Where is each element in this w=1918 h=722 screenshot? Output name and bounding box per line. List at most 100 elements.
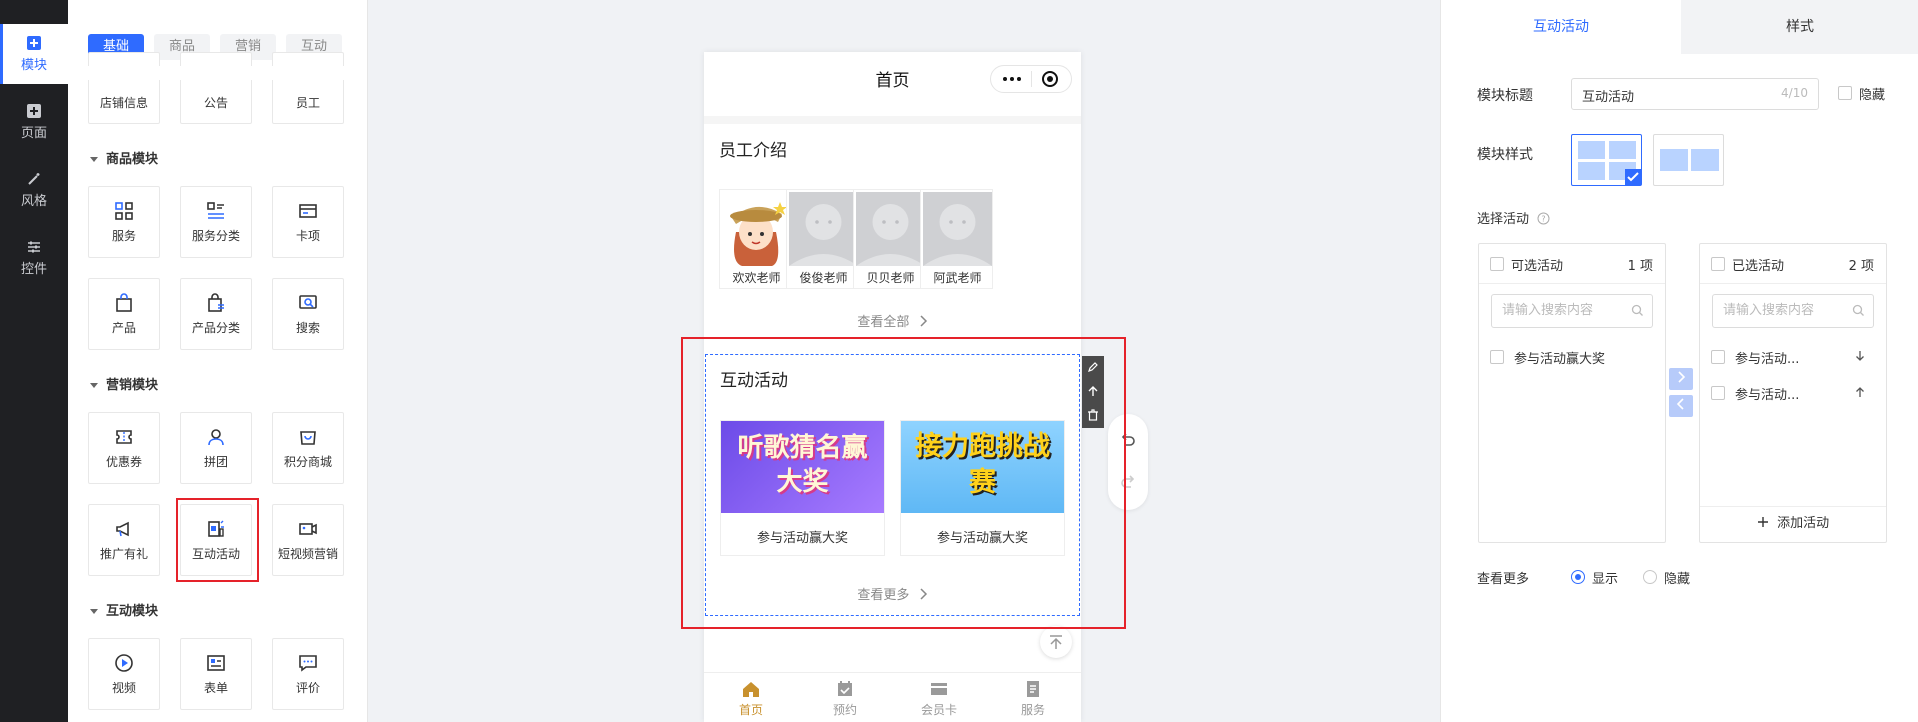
bottom-tab-booking[interactable]: 预约 [798,679,892,718]
tile-coupon[interactable]: 优惠券 [88,412,160,484]
staff-name: 俊俊老师 [799,271,848,285]
tile-referral[interactable]: 推广有礼 [88,504,160,576]
chevron-right-icon [920,315,927,327]
tile-label: 评价 [295,680,320,695]
staff-card[interactable]: 欢欢老师 [719,189,792,289]
view-more-show-radio[interactable] [1571,570,1585,584]
chevron-left-icon [1676,398,1684,410]
move-right-button[interactable] [1669,368,1693,390]
highlight-box [176,498,259,582]
module-title-input[interactable]: 互动活动 4/10 [1571,78,1819,110]
tile-service-category[interactable]: 服务分类 [180,186,252,258]
hide-title-label: 隐藏 [1859,88,1886,103]
module-style-label: 模块样式 [1477,147,1533,163]
form-icon [207,654,225,671]
move-up-icon[interactable] [1854,386,1866,398]
selected-search-input[interactable]: 请输入搜索内容 [1712,294,1874,328]
tile-short-video[interactable]: 短视频营销 [272,504,344,576]
tile-search[interactable]: 搜索 [272,278,344,350]
miniapp-capsule[interactable] [990,65,1072,93]
back-to-top-button[interactable] [1040,626,1072,658]
scroll-mask [68,66,367,80]
sliders-icon [28,241,40,252]
rail-item-pages[interactable]: 页面 [0,92,68,152]
tile-label: 拼团 [203,454,228,469]
bottom-tab-service[interactable]: 服务 [986,679,1080,718]
list-item[interactable]: 参与活动... [1735,348,1799,367]
select-all-checkbox[interactable] [1711,257,1725,271]
available-search-input[interactable]: 请输入搜索内容 [1491,294,1653,328]
rail-item-style[interactable]: 风格 [0,160,68,220]
move-down-icon[interactable] [1854,350,1866,362]
staff-card[interactable]: 阿武老师 [920,189,993,289]
move-left-button[interactable] [1669,395,1693,417]
group-icon [208,428,224,445]
placeholder-text: 请输入搜索内容 [1723,303,1815,318]
magic-wand-icon [28,172,40,185]
section-title-interaction: 互动模块 [90,600,158,619]
grid-icon [115,201,133,220]
avatar [722,192,791,266]
add-activity-button[interactable]: 添加活动 [1700,506,1886,542]
select-all-checkbox[interactable] [1490,257,1504,271]
tile-service[interactable]: 服务 [88,186,160,258]
rail-item-modules[interactable]: 模块 [0,24,68,84]
button-label: 添加活动 [1777,516,1830,531]
rail-label: 模块 [20,57,47,73]
tile-product[interactable]: 产品 [88,278,160,350]
item-checkbox[interactable] [1711,350,1725,364]
left-nav-rail: 模块 页面 风格 控件 [0,0,68,722]
hide-title-checkbox[interactable] [1838,86,1852,100]
show-option-label: 显示 [1592,572,1619,587]
comment-icon [299,654,317,672]
avatar [923,192,992,266]
tile-review[interactable]: 评价 [272,638,344,710]
tile-staff[interactable]: 员工 [272,52,344,124]
tile-points-mall[interactable]: 积分商城 [272,412,344,484]
highlight-box [681,337,1126,629]
style-thumb [1691,149,1719,171]
tile-notice[interactable]: 公告 [180,52,252,124]
section-title-marketing: 营销模块 [90,374,158,393]
rail-label: 风格 [20,193,47,209]
tile-group-buy[interactable]: 拼团 [180,412,252,484]
tab-activity-settings[interactable]: 互动活动 [1441,0,1681,54]
tile-video[interactable]: 视频 [88,638,160,710]
tab-style-settings[interactable]: 样式 [1681,0,1918,54]
char-count: 4/10 [1781,86,1808,100]
play-icon [115,653,133,672]
staff-card[interactable]: 俊俊老师 [786,189,859,289]
staff-card[interactable]: 贝贝老师 [853,189,926,289]
style-option-row[interactable] [1653,134,1724,186]
tile-label: 员工 [295,96,320,110]
avatar [856,192,925,266]
widget-panel: 基础 商品 营销 互动 店铺信息 公告 员工 商品模块 服务 服务分类 卡项 产… [68,0,368,722]
close-target-icon[interactable] [1041,70,1059,88]
tile-label: 推广有礼 [99,546,148,561]
view-all-staff-link[interactable]: 查看全部 [704,311,1081,330]
tile-label: 视频 [111,680,136,695]
view-more-hide-radio[interactable] [1643,570,1657,584]
tile-card[interactable]: 卡项 [272,186,344,258]
tile-label: 卡项 [295,228,320,243]
transfer-title: 可选活动 [1511,259,1564,274]
style-option-grid[interactable] [1571,134,1642,186]
item-checkbox[interactable] [1711,386,1725,400]
rail-item-controls[interactable]: 控件 [0,228,68,288]
help-icon[interactable]: ? [1537,212,1550,225]
tile-product-category[interactable]: 产品分类 [180,278,252,350]
bottom-tab-membership[interactable]: 会员卡 [892,679,986,718]
cartoon-avatar-icon [730,202,787,266]
staff-name: 阿武老师 [933,271,982,285]
item-checkbox[interactable] [1490,350,1504,364]
tab-label: 服务 [1020,703,1045,717]
shop-icon [300,430,316,445]
tile-store-info[interactable]: 店铺信息 [88,52,160,124]
tile-form[interactable]: 表单 [180,638,252,710]
list-item[interactable]: 参与活动赢大奖 [1514,348,1605,367]
bottom-tab-home[interactable]: 首页 [704,679,798,718]
home-icon [743,682,759,697]
list-item[interactable]: 参与活动... [1735,384,1799,403]
more-dots-icon[interactable] [1001,72,1023,86]
default-avatar-icon [856,204,925,266]
